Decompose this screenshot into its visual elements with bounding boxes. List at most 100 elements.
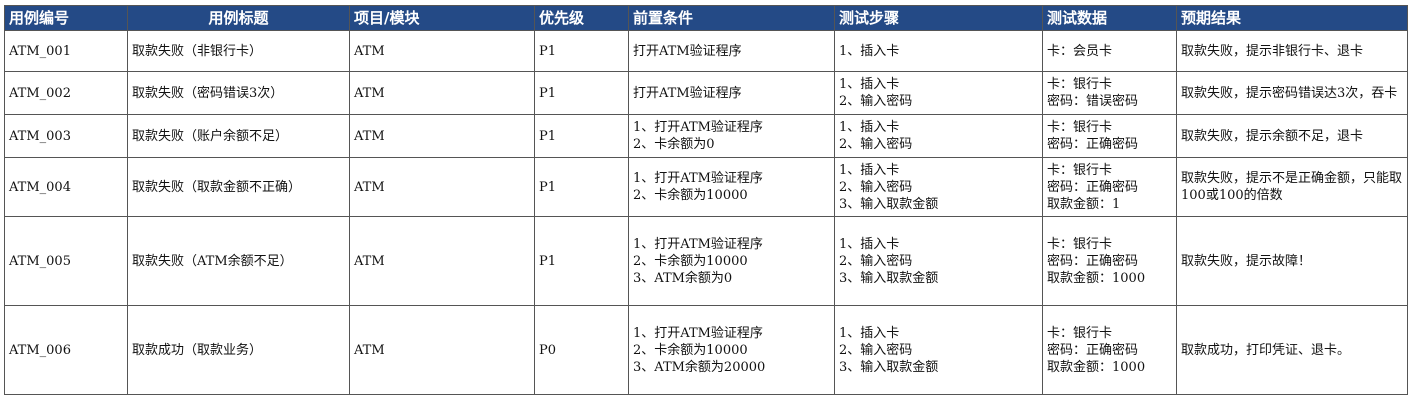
cell-test-steps-line: 1、插入卡 — [839, 43, 900, 59]
cell-test-data[interactable]: 卡：银行卡 密码：正确密码 取款金额：1 — [1042, 157, 1177, 217]
table-row: ATM_005 取款失败（ATM余额不足） ATM P1 1、打开ATM验证程序 2、卡余… — [4, 216, 1408, 306]
cell-case-id[interactable]: ATM_003 — [4, 114, 128, 158]
cell-precondition-line: 打开ATM验证程序 — [633, 43, 742, 59]
cell-case-title[interactable]: 取款失败（ATM余额不足） — [127, 216, 350, 306]
cell-test-steps-line: 2、输入密码 — [839, 94, 913, 109]
cell-test-steps-line: 2、输入密码 — [839, 179, 913, 195]
cell-test-data-line: 卡：银行卡 — [1047, 162, 1113, 178]
cell-test-steps-line: 1、插入卡 — [839, 325, 900, 341]
cell-test-steps-line: 1、插入卡 — [839, 236, 900, 252]
cell-priority[interactable]: P1 — [534, 216, 629, 306]
cell-test-steps[interactable]: 1、插入卡 — [834, 30, 1043, 72]
table-row: ATM_006 取款成功（取款业务） ATM P0 1、打开ATM验证程序 2、卡余额为1… — [4, 305, 1408, 395]
cell-expected[interactable]: 取款失败，提示余额不足，退卡 — [1176, 114, 1408, 158]
cell-precondition-line: 3、ATM余额为0 — [633, 270, 733, 286]
cell-precondition[interactable]: 1、打开ATM验证程序 2、卡余额为0 — [628, 114, 835, 158]
cell-test-data-line: 密码：错误密码 — [1047, 94, 1139, 109]
cell-test-steps-line: 2、输入密码 — [839, 342, 913, 358]
cell-module[interactable]: ATM — [349, 114, 535, 158]
cell-test-data-line: 密码：正确密码 — [1047, 253, 1139, 269]
cell-precondition-line: 1、打开ATM验证程序 — [633, 171, 763, 186]
cell-priority[interactable]: P1 — [534, 157, 629, 217]
cell-test-steps-line: 1、插入卡 — [839, 162, 900, 178]
cell-test-data[interactable]: 卡：银行卡密码：错误密码 — [1042, 71, 1177, 115]
cell-test-data-line: 卡：银行卡 — [1047, 236, 1113, 252]
cell-case-id[interactable]: ATM_004 — [4, 157, 128, 217]
header-expected[interactable]: 预期结果 — [1176, 5, 1408, 31]
cell-case-id[interactable]: ATM_001 — [4, 30, 128, 72]
cell-test-data-line: 取款金额：1000 — [1047, 270, 1146, 286]
cell-expected[interactable]: 取款失败，提示故障！ — [1176, 216, 1408, 306]
cell-priority[interactable]: P1 — [534, 114, 629, 158]
cell-test-data-line: 密码：正确密码 — [1047, 137, 1139, 152]
cell-test-steps-line: 3、输入取款金额 — [839, 196, 939, 212]
cell-module[interactable]: ATM — [349, 157, 535, 217]
cell-expected[interactable]: 取款失败，提示非银行卡、退卡 — [1176, 30, 1408, 72]
cell-priority[interactable]: P1 — [534, 71, 629, 115]
cell-priority[interactable]: P0 — [534, 305, 629, 395]
cell-test-data[interactable]: 卡：银行卡密码：正确密码 — [1042, 114, 1177, 158]
cell-test-steps[interactable]: 1、插入卡 2、输入密码 — [834, 114, 1043, 158]
cell-case-title[interactable]: 取款失败（取款金额不正确） — [127, 157, 350, 217]
cell-test-steps-line: 1、插入卡 — [839, 120, 900, 135]
cell-precondition-line: 3、ATM余额为20000 — [633, 359, 766, 375]
cell-test-steps[interactable]: 1、插入卡 2、输入密码 3、输入取款金额 — [834, 216, 1043, 306]
table-row: ATM_001 取款失败（非银行卡） ATM P1 打开ATM验证程序 1、插入卡 卡：会员… — [4, 30, 1408, 72]
cell-precondition-line: 2、卡余额为0 — [633, 137, 715, 152]
cell-test-data-line: 取款金额：1 — [1047, 196, 1121, 212]
cell-case-id[interactable]: ATM_002 — [4, 71, 128, 115]
cell-test-data[interactable]: 卡：会员卡 — [1042, 30, 1177, 72]
cell-test-data-line: 卡：银行卡 — [1047, 120, 1113, 135]
cell-precondition-line: 2、卡余额为10000 — [633, 253, 748, 269]
cell-expected[interactable]: 取款失败，提示密码错误达3次，吞卡 — [1176, 71, 1408, 115]
cell-test-steps[interactable]: 1、插入卡 2、输入密码 3、输入取款金额 — [834, 305, 1043, 395]
header-precondition[interactable]: 前置条件 — [628, 5, 835, 31]
cell-test-steps-line: 1、插入卡 — [839, 77, 900, 92]
cell-case-title[interactable]: 取款失败（密码错误3次） — [127, 71, 350, 115]
cell-test-data-line: 卡：银行卡 — [1047, 77, 1113, 92]
test-case-table: 用例编号 用例标题 项目/模块 优先级 前置条件 测试步骤 测试数据 预期结果 … — [4, 5, 1408, 395]
header-priority[interactable]: 优先级 — [534, 5, 629, 31]
cell-precondition[interactable]: 1、打开ATM验证程序 2、卡余额为10000 — [628, 157, 835, 217]
cell-test-data-line: 密码：正确密码 — [1047, 179, 1139, 195]
cell-module[interactable]: ATM — [349, 71, 535, 115]
cell-test-data[interactable]: 卡：银行卡 密码：正确密码 取款金额：1000 — [1042, 216, 1177, 306]
header-module[interactable]: 项目/模块 — [349, 5, 535, 31]
cell-module[interactable]: ATM — [349, 216, 535, 306]
cell-module[interactable]: ATM — [349, 30, 535, 72]
cell-module[interactable]: ATM — [349, 305, 535, 395]
cell-precondition-line: 2、卡余额为10000 — [633, 342, 748, 358]
cell-case-title[interactable]: 取款成功（取款业务） — [127, 305, 350, 395]
header-row: 用例编号 用例标题 项目/模块 优先级 前置条件 测试步骤 测试数据 预期结果 — [4, 5, 1408, 31]
header-test-steps[interactable]: 测试步骤 — [834, 5, 1043, 31]
cell-test-steps[interactable]: 1、插入卡 2、输入密码 — [834, 71, 1043, 115]
cell-case-title[interactable]: 取款失败（账户余额不足） — [127, 114, 350, 158]
header-test-data[interactable]: 测试数据 — [1042, 5, 1177, 31]
table-row: ATM_003 取款失败（账户余额不足） ATM P1 1、打开ATM验证程序 2、卡余额… — [4, 114, 1408, 158]
cell-precondition[interactable]: 打开ATM验证程序 — [628, 71, 835, 115]
header-case-id[interactable]: 用例编号 — [4, 5, 128, 31]
table-row: ATM_002 取款失败（密码错误3次） ATM P1 打开ATM验证程序 1、插入卡 2、… — [4, 71, 1408, 115]
cell-test-steps[interactable]: 1、插入卡 2、输入密码 3、输入取款金额 — [834, 157, 1043, 217]
header-case-title[interactable]: 用例标题 — [127, 5, 350, 31]
cell-precondition[interactable]: 1、打开ATM验证程序 2、卡余额为10000 3、ATM余额为20000 — [628, 305, 835, 395]
cell-case-id[interactable]: ATM_006 — [4, 305, 128, 395]
cell-test-steps-line: 2、输入密码 — [839, 253, 913, 269]
cell-precondition-line: 2、卡余额为10000 — [633, 188, 748, 203]
cell-expected[interactable]: 取款成功，打印凭证、退卡。 — [1176, 305, 1408, 395]
cell-case-id[interactable]: ATM_005 — [4, 216, 128, 306]
cell-test-data-line: 卡：银行卡 — [1047, 325, 1113, 341]
cell-precondition[interactable]: 打开ATM验证程序 — [628, 30, 835, 72]
cell-case-title[interactable]: 取款失败（非银行卡） — [127, 30, 350, 72]
cell-expected[interactable]: 取款失败，提示不是正确金额，只能取100或100的倍数 — [1176, 157, 1408, 217]
cell-test-data[interactable]: 卡：银行卡 密码：正确密码 取款金额：1000 — [1042, 305, 1177, 395]
cell-test-steps-line: 3、输入取款金额 — [839, 270, 939, 286]
cell-priority[interactable]: P1 — [534, 30, 629, 72]
cell-test-data-line: 取款金额：1000 — [1047, 359, 1146, 375]
cell-test-data-line: 密码：正确密码 — [1047, 342, 1139, 358]
cell-precondition[interactable]: 1、打开ATM验证程序 2、卡余额为10000 3、ATM余额为0 — [628, 216, 835, 306]
cell-test-steps-line: 2、输入密码 — [839, 137, 913, 152]
cell-precondition-line: 1、打开ATM验证程序 — [633, 120, 763, 135]
cell-precondition-line: 打开ATM验证程序 — [633, 85, 742, 101]
cell-precondition-line: 1、打开ATM验证程序 — [633, 236, 763, 252]
